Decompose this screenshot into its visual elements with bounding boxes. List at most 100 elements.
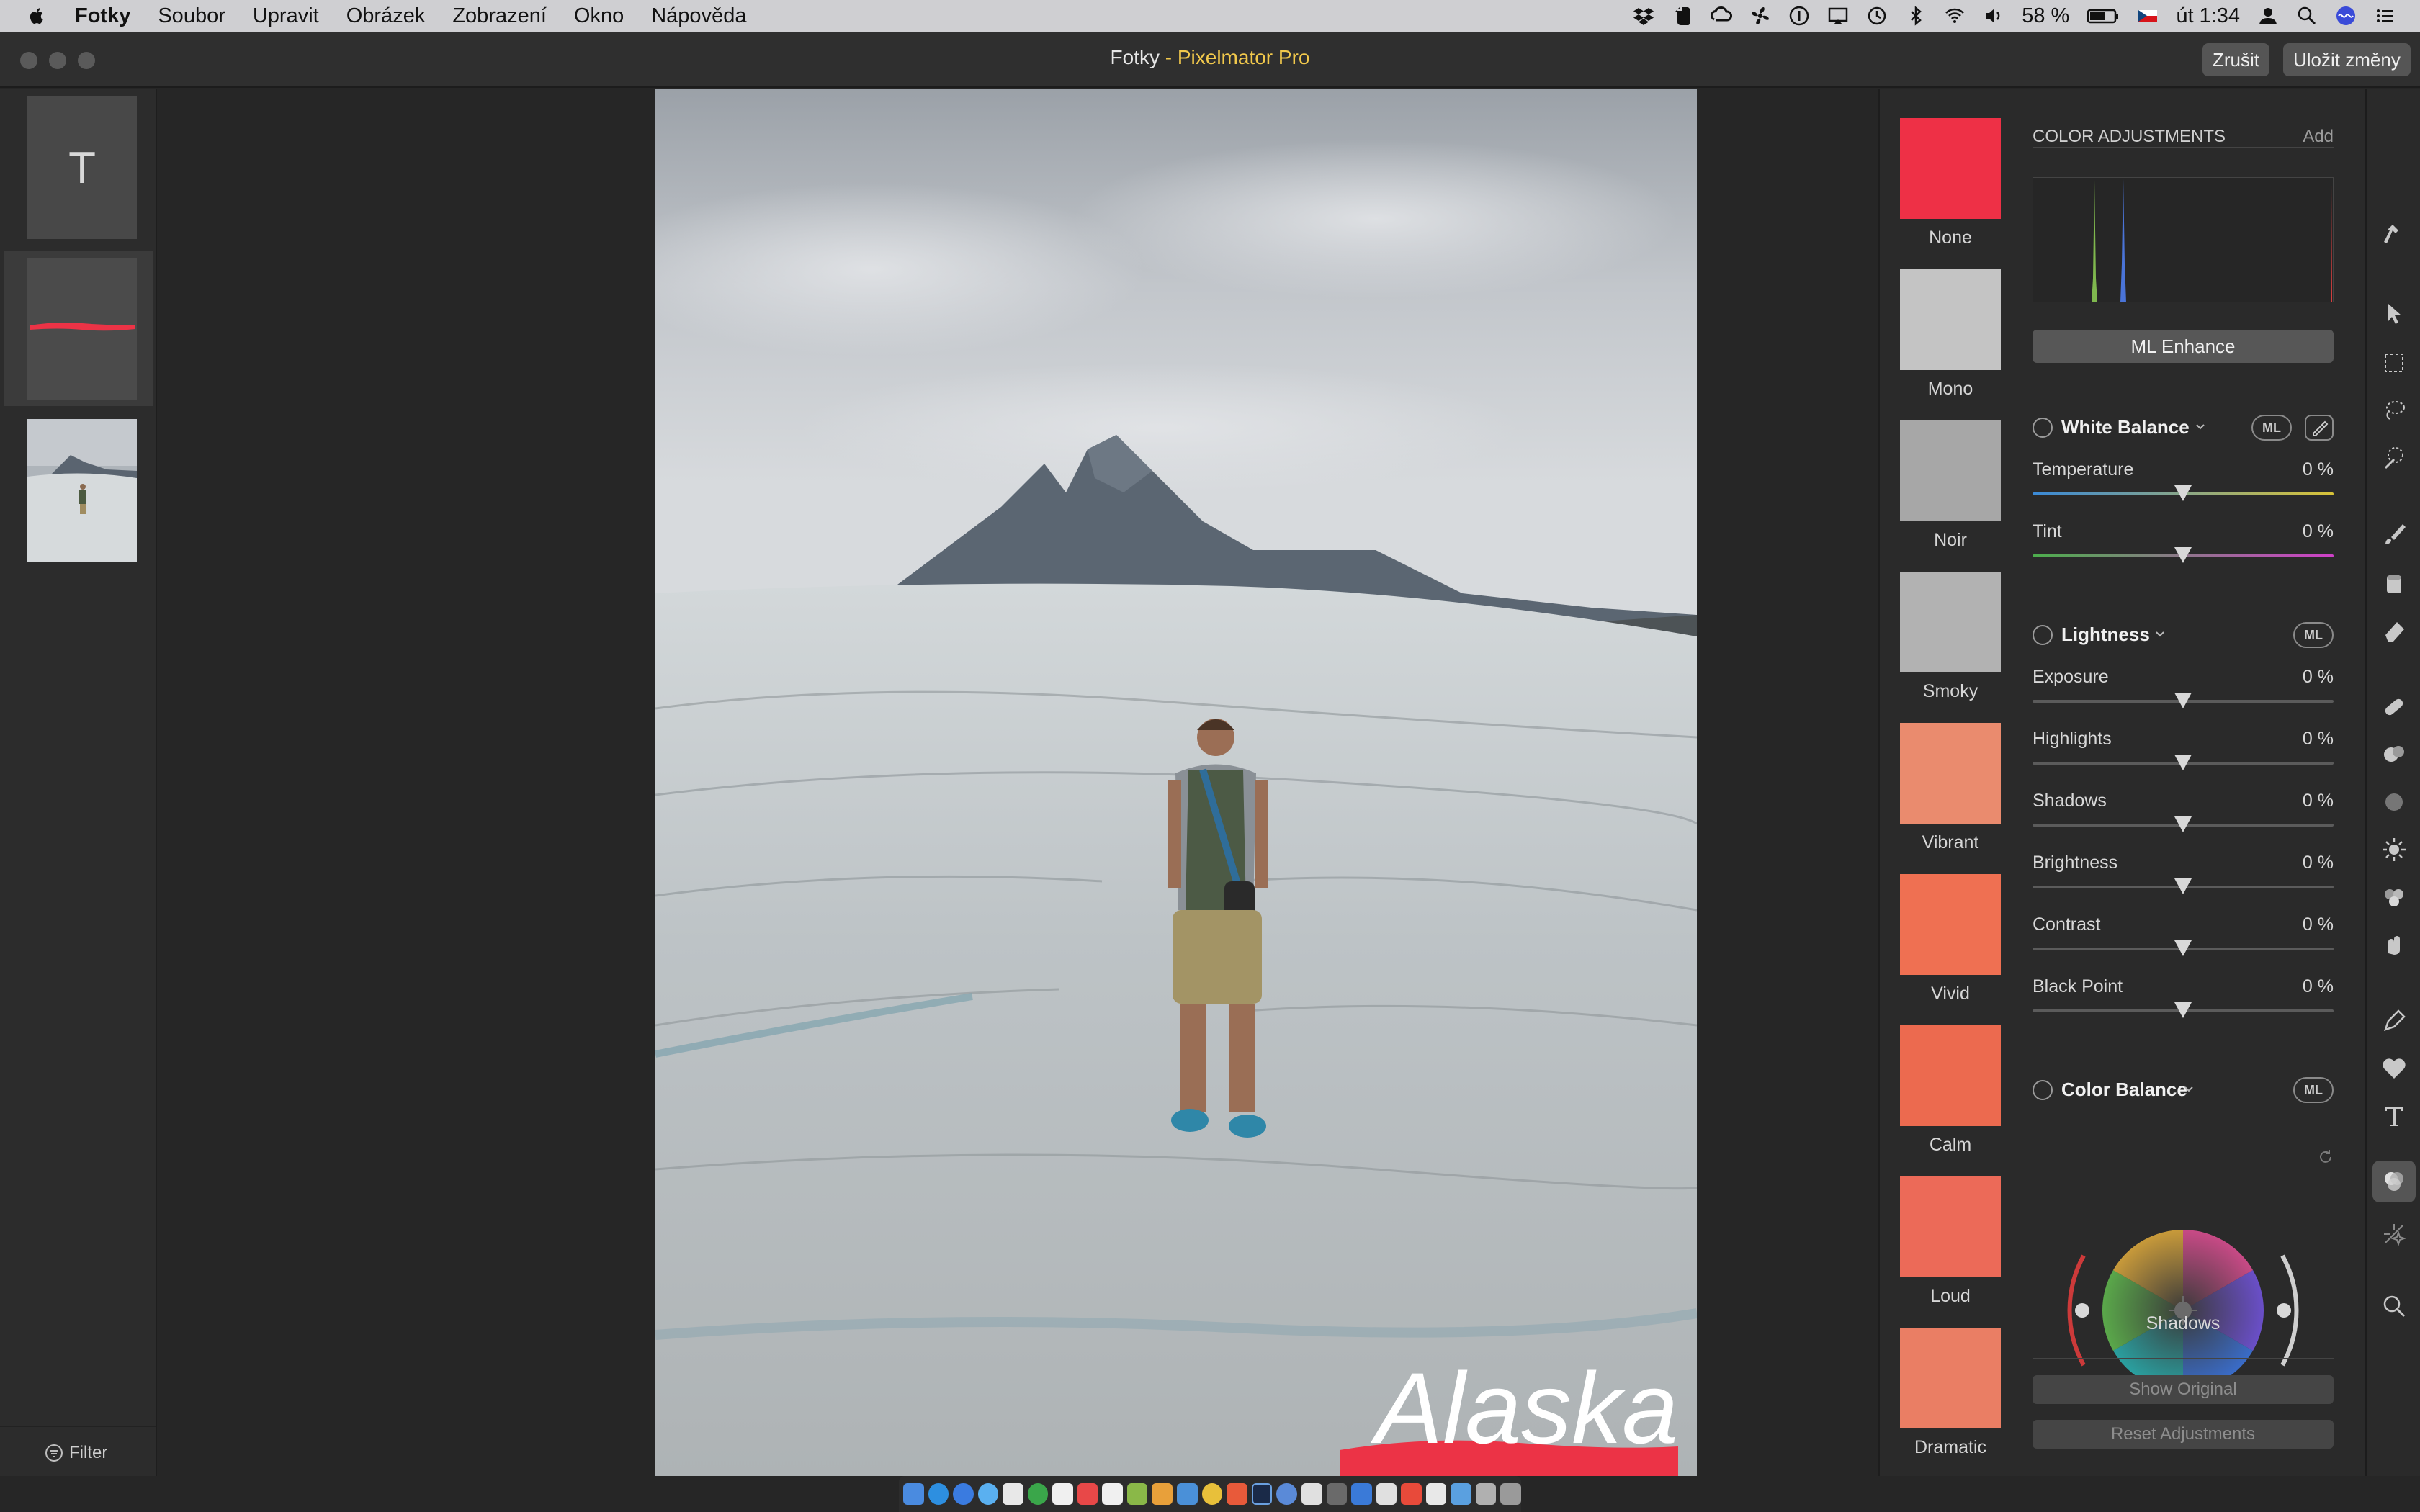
paint-bucket-icon[interactable] [2381,570,2407,596]
pixelmator-icon[interactable] [1401,1483,1422,1505]
time-machine-icon[interactable] [1866,5,1888,27]
notification-center-icon[interactable] [2374,5,2396,27]
shape-icon[interactable] [2381,1056,2407,1081]
layer-text[interactable]: T [4,89,153,245]
safari-icon[interactable] [977,1483,999,1505]
numbers-icon[interactable] [1126,1483,1148,1505]
zoom-icon[interactable] [2381,1293,2407,1319]
battery-icon[interactable] [2087,5,2120,27]
system-preferences-icon[interactable] [1326,1483,1348,1505]
airplay-icon[interactable] [1827,5,1849,27]
preset-loud[interactable]: Loud [1900,1176,2001,1328]
chevron-down-icon[interactable] [2155,631,2165,638]
lightness-title[interactable]: Lightness [2061,624,2150,646]
arrow-select-icon[interactable] [2381,301,2407,327]
brush-icon[interactable] [2381,521,2407,547]
fan-icon[interactable] [1749,5,1771,27]
preset-smoky[interactable]: Smoky [1900,572,2001,723]
slider-knob[interactable] [2174,693,2192,708]
contacts-icon[interactable] [1003,1483,1023,1505]
color-balance-ml-button[interactable]: ML [2293,1077,2334,1103]
exposure-slider[interactable]: Exposure 0 % [2033,667,2334,710]
apple-icon[interactable] [27,5,48,27]
menu-item-edit[interactable]: Upravit [253,4,319,28]
keynote-icon[interactable] [1177,1483,1198,1505]
volume-icon[interactable] [1983,5,2004,27]
slider-knob[interactable] [2174,755,2192,770]
dropbox-icon[interactable] [1633,5,1654,27]
safari-icon[interactable] [928,1483,949,1505]
warp-icon[interactable] [2381,932,2407,958]
blur-icon[interactable] [2381,789,2407,815]
menu-item-window[interactable]: Okno [574,4,624,28]
effects-icon[interactable] [2381,1221,2407,1247]
flag-icon[interactable] [2137,5,2159,27]
1password-icon[interactable] [1276,1483,1297,1505]
document-icon[interactable] [1425,1483,1447,1505]
eraser-icon[interactable] [2381,618,2407,644]
clone-icon[interactable] [2381,742,2407,768]
menu-item-view[interactable]: Zobrazení [452,4,547,28]
contrast-slider[interactable]: Contrast 0 % [2033,914,2334,958]
light-icon[interactable] [2381,837,2407,863]
menu-app-name[interactable]: Fotky [75,4,130,28]
finder-icon[interactable] [903,1483,924,1505]
photo-canvas[interactable]: Alaska [655,89,1697,1476]
ml-enhance-button[interactable]: ML Enhance [2033,330,2334,363]
highlights-slider[interactable]: Highlights 0 % [2033,729,2334,772]
add-adjustment-button[interactable]: Add [2303,127,2334,147]
clock[interactable]: út 1:34 [2176,4,2240,28]
hammer-icon[interactable] [2381,222,2407,248]
wifi-icon[interactable] [1944,5,1966,27]
imovie-icon[interactable] [1301,1483,1322,1505]
shadows-slider[interactable]: Shadows 0 % [2033,791,2334,834]
chevron-down-icon[interactable] [2195,423,2205,431]
color-adjust-tool-button[interactable] [2372,1161,2416,1202]
reminders-icon[interactable] [1077,1483,1098,1505]
preset-mono[interactable]: Mono [1900,269,2001,420]
slider-knob[interactable] [2174,547,2192,563]
preset-calm[interactable]: Calm [1900,1025,2001,1176]
layer-photo[interactable] [4,412,153,567]
brightness-slider[interactable]: Brightness 0 % [2033,852,2334,896]
preset-vivid[interactable]: Vivid [1900,874,2001,1025]
lightroom-icon[interactable] [1251,1483,1273,1505]
slider-knob[interactable] [2174,940,2192,956]
layer-shape[interactable] [4,251,153,406]
user-icon[interactable] [2257,5,2279,27]
lightness-ml-button[interactable]: ML [2293,622,2334,648]
preset-none[interactable]: None [1900,118,2001,269]
type-icon[interactable] [2381,1103,2407,1129]
notes-icon[interactable] [1102,1483,1123,1505]
pen-icon[interactable] [2381,1008,2407,1034]
evernote-icon[interactable] [1672,5,1693,27]
preset-dramatic[interactable]: Dramatic [1900,1328,2001,1479]
canvas-area[interactable]: Alaska [158,89,1877,1476]
slider-knob[interactable] [2174,485,2192,501]
white-balance-ml-button[interactable]: ML [2251,415,2292,441]
tint-slider[interactable]: Tint 0 % [2033,521,2334,564]
show-original-button[interactable]: Show Original [2033,1375,2334,1404]
repair-icon[interactable] [2381,694,2407,720]
trash-icon[interactable] [1500,1483,1521,1505]
color-balance-toggle[interactable] [2033,1080,2053,1100]
chevron-down-icon[interactable] [2184,1086,2194,1093]
photos-icon[interactable] [1227,1483,1247,1505]
menu-item-image[interactable]: Obrázek [346,4,426,28]
siri-icon[interactable] [2335,5,2357,27]
cancel-button[interactable]: Zrušit [2202,43,2269,76]
eyedropper-icon[interactable] [2305,415,2334,441]
spotlight-icon[interactable] [2296,5,2318,27]
color-balance-title[interactable]: Color Balance [2061,1079,2187,1101]
evernote-icon[interactable] [1027,1483,1049,1505]
filter-button[interactable]: Filter [45,1443,107,1463]
calendar-icon[interactable] [1052,1483,1073,1505]
rect-select-icon[interactable] [2381,350,2407,376]
slider-knob[interactable] [2174,1002,2192,1018]
pages-icon[interactable] [1152,1483,1173,1505]
lasso-icon[interactable] [2381,397,2407,423]
stack-icon[interactable] [1475,1483,1497,1505]
preset-vibrant[interactable]: Vibrant [1900,723,2001,874]
white-balance-toggle[interactable] [2033,418,2053,438]
downloads-folder-icon[interactable] [1451,1483,1471,1505]
